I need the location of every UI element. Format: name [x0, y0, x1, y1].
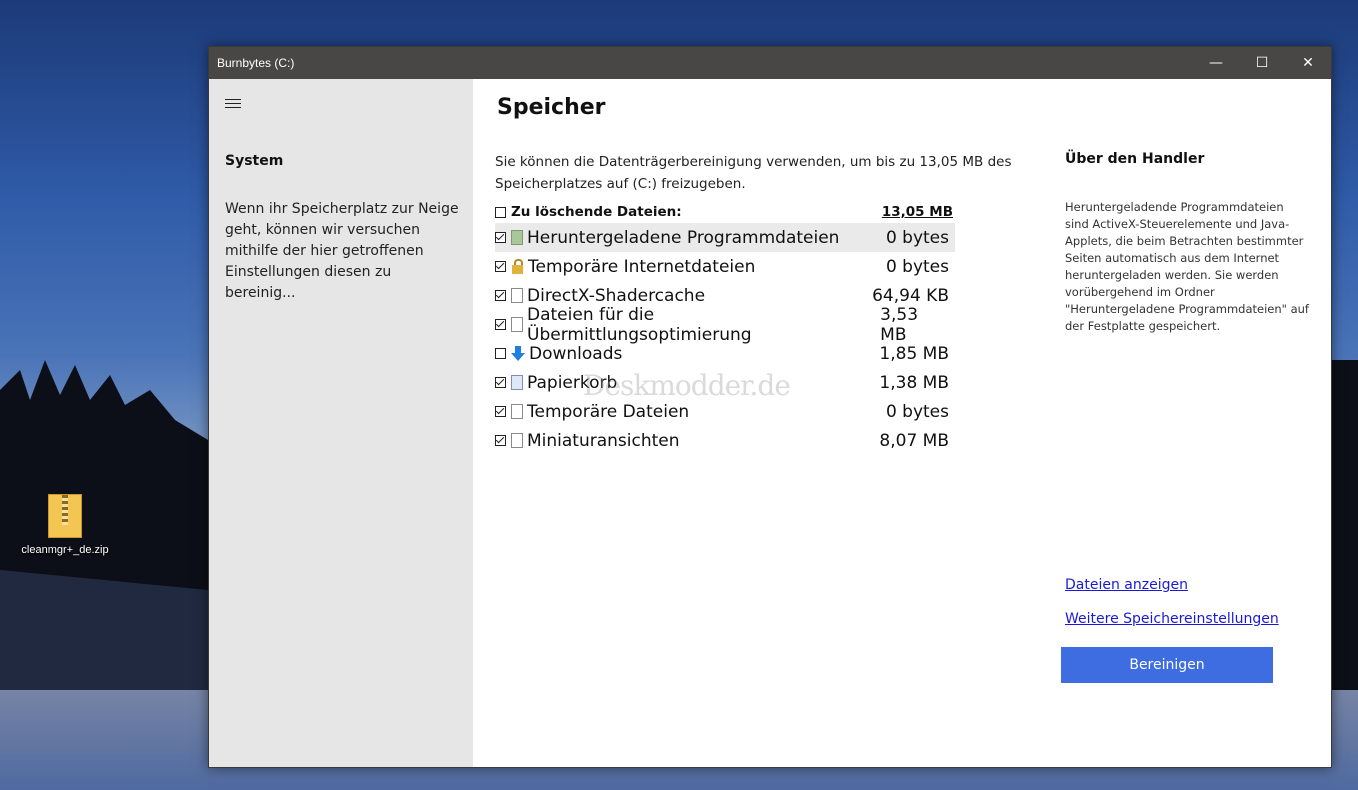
- file-icon: [511, 404, 523, 419]
- sidebar: System Wenn ihr Speicherplatz zur Neige …: [209, 79, 473, 767]
- list-header: Zu löschende Dateien: 13,05 MB: [495, 201, 955, 223]
- program-files-icon: [511, 230, 523, 245]
- desktop-icon-label: cleanmgr+_de.zip: [21, 544, 109, 556]
- about-handler-text: Heruntergeladende Programmdateien sind A…: [1065, 200, 1309, 333]
- about-handler-title: Über den Handler: [1065, 151, 1205, 167]
- item-size: 3,53 MB: [880, 304, 919, 345]
- intro-text: Sie können die Datenträgerbereinigung ve…: [495, 154, 1012, 192]
- item-label: Dateien für die Übermittlungsoptimierung: [527, 304, 752, 345]
- zip-folder-icon: [48, 494, 82, 538]
- list-item[interactable]: Dateien für die Übermittlungsoptimierung…: [495, 305, 955, 345]
- files-to-delete-list: Zu löschende Dateien: 13,05 MB Herunterg…: [495, 201, 955, 455]
- item-checkbox[interactable]: [495, 348, 506, 359]
- item-size: 8,07 MB: [879, 430, 949, 451]
- item-checkbox[interactable]: [495, 232, 506, 243]
- clean-up-button[interactable]: Bereinigen: [1061, 647, 1273, 683]
- item-size: 0 bytes: [885, 401, 949, 422]
- lock-icon: [511, 259, 524, 274]
- item-checkbox[interactable]: [495, 377, 506, 388]
- list-item[interactable]: Heruntergeladene Programmdateien 0 bytes: [495, 223, 955, 252]
- list-header-label: Zu löschende Dateien:: [511, 204, 682, 220]
- total-size: 13,05 MB: [881, 204, 953, 220]
- sidebar-description: Wenn ihr Speicherplatz zur Neige geht, k…: [225, 201, 459, 301]
- hamburger-menu-icon[interactable]: [225, 99, 241, 111]
- item-checkbox[interactable]: [495, 435, 506, 446]
- list-item[interactable]: Miniaturansichten 8,07 MB: [495, 426, 955, 455]
- watermark: Deskmodder.de: [583, 369, 791, 402]
- item-size: 0 bytes: [885, 227, 949, 248]
- file-icon: [511, 288, 523, 303]
- item-size: 1,38 MB: [879, 372, 949, 393]
- download-arrow-icon: [511, 346, 525, 361]
- item-label: Downloads: [529, 343, 623, 364]
- item-size: 64,94 KB: [872, 285, 949, 306]
- item-checkbox[interactable]: [495, 406, 506, 417]
- burnbytes-window: Burnbytes (C:) — ☐ ✕ System Wenn ihr Spe…: [208, 46, 1332, 768]
- minimize-button[interactable]: —: [1193, 47, 1239, 79]
- item-label: DirectX-Shadercache: [527, 285, 706, 306]
- maximize-button[interactable]: ☐: [1239, 47, 1285, 79]
- recycle-bin-icon: [511, 375, 523, 390]
- item-checkbox[interactable]: [495, 290, 506, 301]
- item-size: 0 bytes: [885, 256, 949, 277]
- select-all-checkbox[interactable]: [495, 206, 506, 218]
- file-icon: [511, 433, 523, 448]
- item-label: Temporäre Dateien: [527, 401, 690, 422]
- item-checkbox[interactable]: [495, 319, 506, 330]
- close-button[interactable]: ✕: [1285, 47, 1331, 79]
- sidebar-title: System: [225, 153, 284, 169]
- window-title: Burnbytes (C:): [217, 56, 295, 70]
- item-size: 1,85 MB: [879, 343, 949, 364]
- item-checkbox[interactable]: [495, 261, 506, 272]
- main-panel: Speicher Sie können die Datenträgerberei…: [473, 79, 1331, 767]
- list-item[interactable]: Temporäre Internetdateien 0 bytes: [495, 252, 955, 281]
- file-icon: [511, 317, 523, 332]
- desktop-icon-zip[interactable]: cleanmgr+_de.zip: [10, 494, 120, 556]
- show-files-link[interactable]: Dateien anzeigen: [1065, 577, 1188, 593]
- item-label: Miniaturansichten: [527, 430, 680, 451]
- more-storage-settings-link[interactable]: Weitere Speichereinstellungen: [1065, 611, 1279, 627]
- title-bar[interactable]: Burnbytes (C:) — ☐ ✕: [209, 47, 1331, 79]
- page-title: Speicher: [497, 95, 606, 120]
- item-label: Temporäre Internetdateien: [528, 256, 756, 277]
- item-label: Heruntergeladene Programmdateien: [527, 227, 840, 248]
